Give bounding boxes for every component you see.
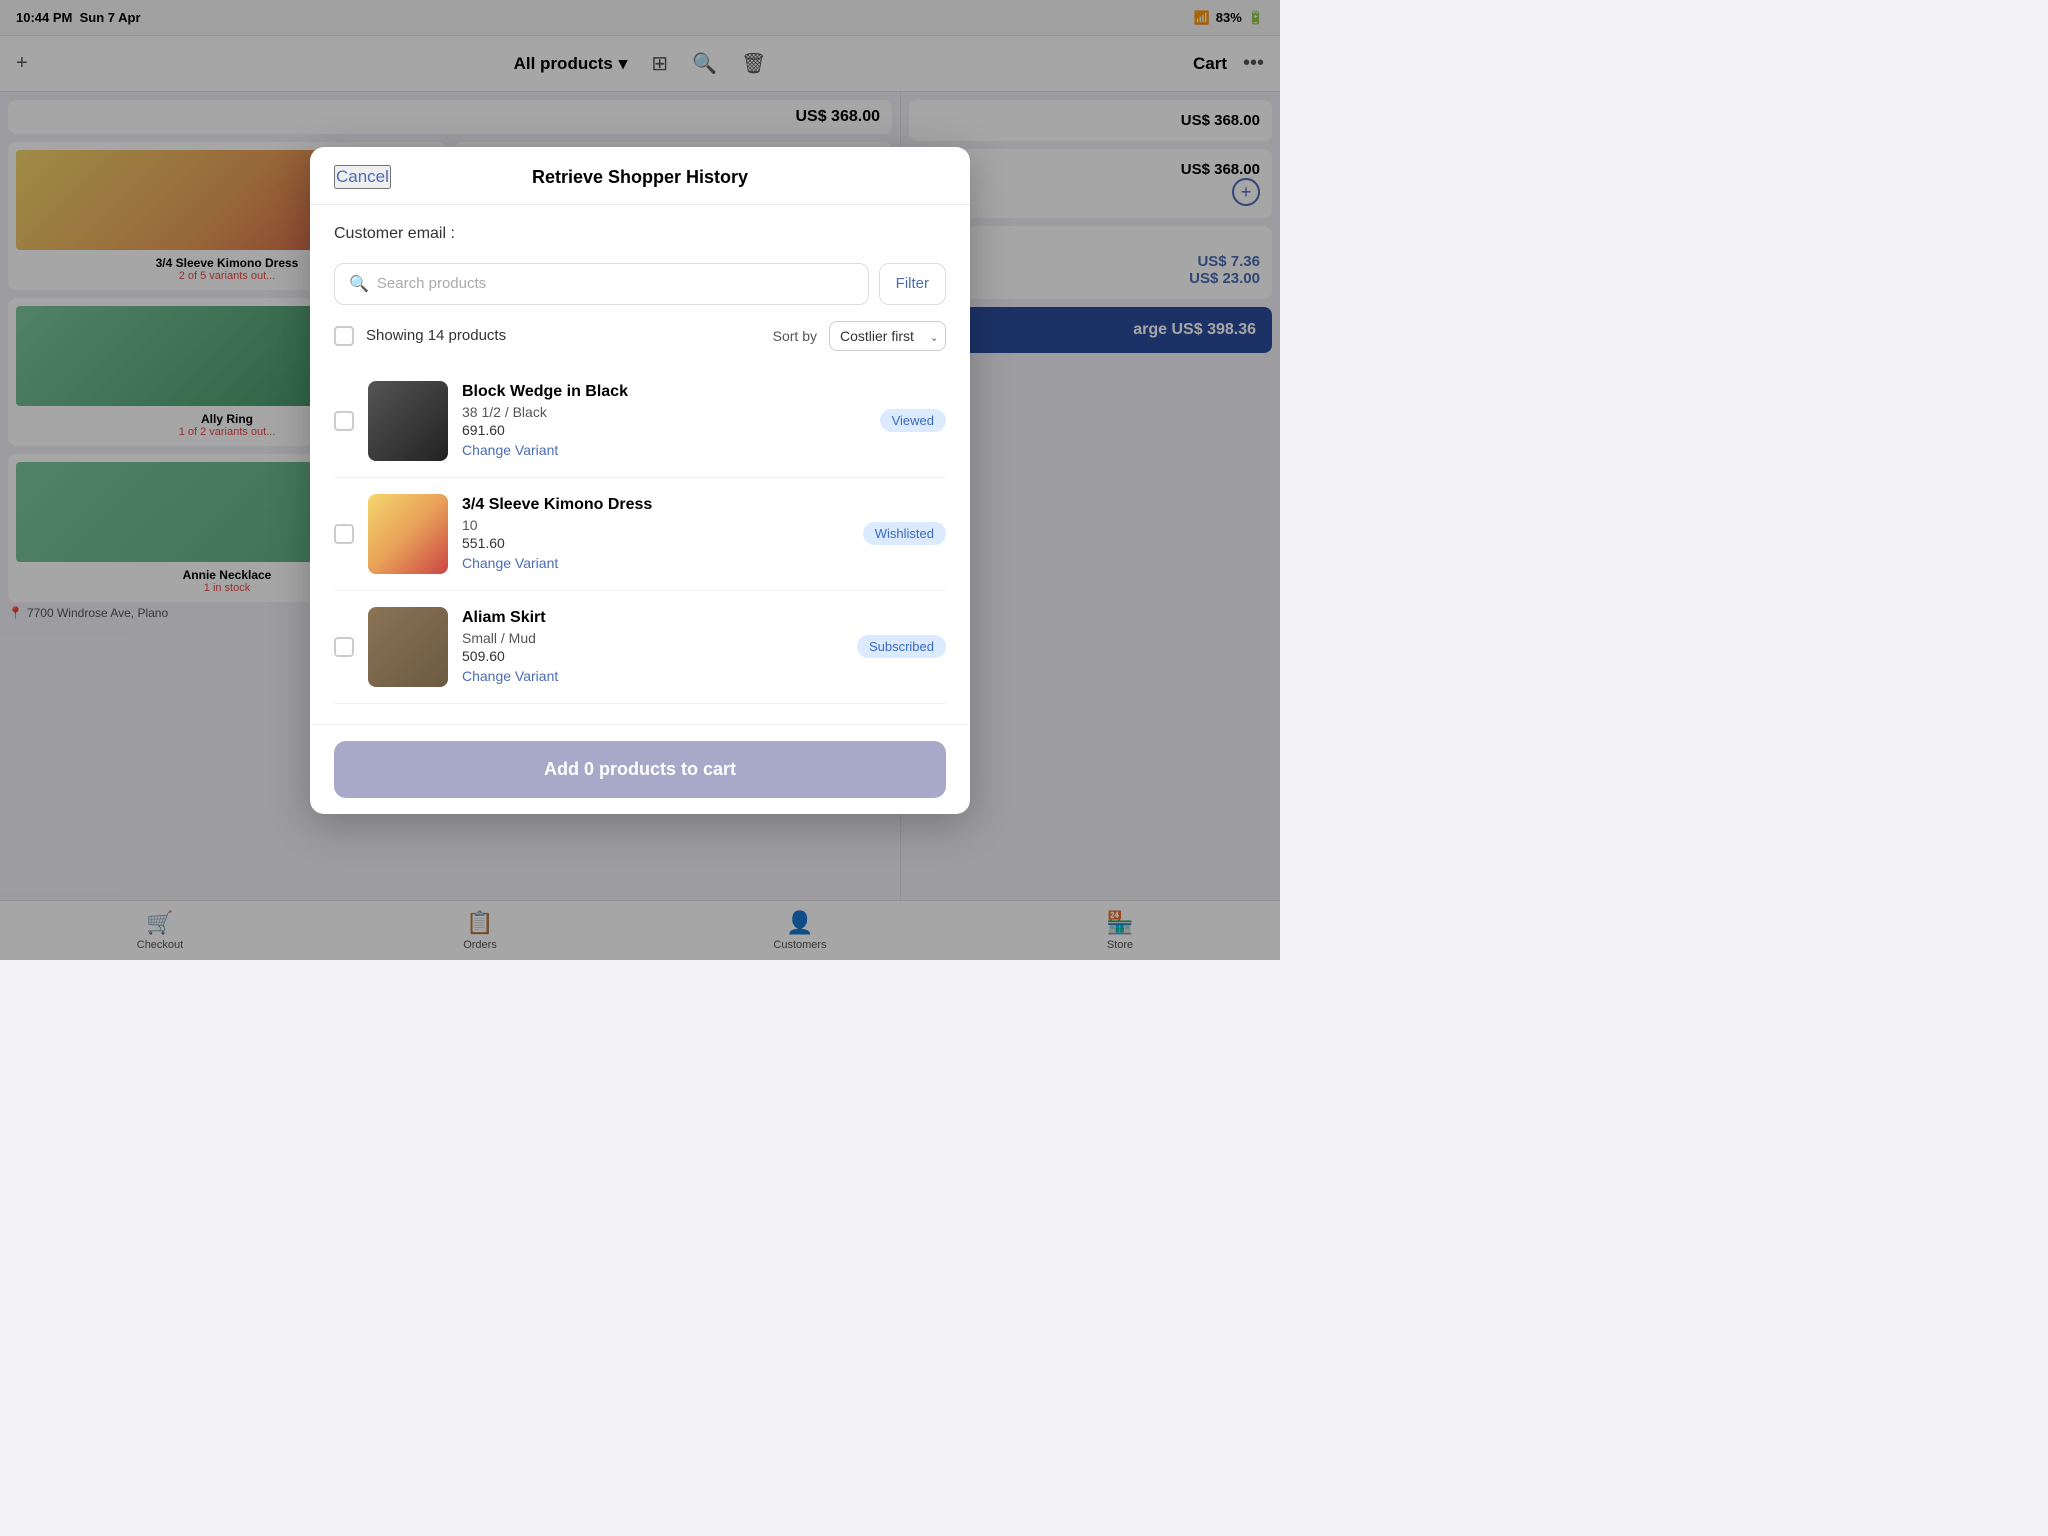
product-badge-subscribed: Subscribed — [857, 635, 946, 658]
product-list-variant: 10 — [462, 517, 849, 533]
product-list-variant: Small / Mud — [462, 630, 843, 646]
product-list-price: 691.60 — [462, 422, 866, 438]
search-box: 🔍 — [334, 263, 869, 305]
products-header: Showing 14 products Sort by Costlier fir… — [334, 321, 946, 351]
modal-header: Cancel Retrieve Shopper History — [310, 147, 970, 205]
sort-select[interactable]: Costlier first Cheaper first A-Z Z-A — [829, 321, 946, 351]
product-list-thumb — [368, 494, 448, 574]
product-list-info: Aliam Skirt Small / Mud 509.60 Change Va… — [462, 609, 843, 684]
filter-button[interactable]: Filter — [879, 263, 946, 305]
product-list-variant: 38 1/2 / Black — [462, 404, 866, 420]
product-list-name: 3/4 Sleeve Kimono Dress — [462, 496, 849, 514]
modal-title: Retrieve Shopper History — [532, 167, 748, 188]
sort-by-label: Sort by — [773, 328, 817, 344]
search-input[interactable] — [377, 275, 854, 292]
product-list-price: 509.60 — [462, 648, 843, 664]
list-item: 3/4 Sleeve Kimono Dress 10 551.60 Change… — [334, 478, 946, 591]
product-list-name: Aliam Skirt — [462, 609, 843, 627]
cancel-button[interactable]: Cancel — [334, 165, 391, 189]
modal-body: Customer email : 🔍 Filter Showing 14 pro… — [310, 205, 970, 724]
product-checkbox[interactable] — [334, 637, 354, 657]
product-list-thumb — [368, 381, 448, 461]
showing-label: Showing 14 products — [366, 327, 761, 344]
product-list-info: 3/4 Sleeve Kimono Dress 10 551.60 Change… — [462, 496, 849, 571]
product-badge-viewed: Viewed — [880, 409, 946, 432]
product-checkbox[interactable] — [334, 524, 354, 544]
select-all-checkbox[interactable] — [334, 326, 354, 346]
search-icon: 🔍 — [349, 274, 369, 294]
add-to-cart-button[interactable]: Add 0 products to cart — [334, 741, 946, 798]
modal-dialog: Cancel Retrieve Shopper History Customer… — [310, 147, 970, 814]
product-checkbox[interactable] — [334, 411, 354, 431]
product-list-thumb — [368, 607, 448, 687]
modal-overlay: Cancel Retrieve Shopper History Customer… — [0, 0, 1280, 960]
change-variant-link[interactable]: Change Variant — [462, 555, 849, 571]
sort-wrapper: Costlier first Cheaper first A-Z Z-A — [829, 321, 946, 351]
product-list-price: 551.60 — [462, 535, 849, 551]
customer-email-label: Customer email : — [334, 225, 946, 243]
product-list-info: Block Wedge in Black 38 1/2 / Black 691.… — [462, 383, 866, 458]
list-item: Block Wedge in Black 38 1/2 / Black 691.… — [334, 365, 946, 478]
search-filter-row: 🔍 Filter — [334, 263, 946, 305]
change-variant-link[interactable]: Change Variant — [462, 668, 843, 684]
list-item: Aliam Skirt Small / Mud 509.60 Change Va… — [334, 591, 946, 704]
change-variant-link[interactable]: Change Variant — [462, 442, 866, 458]
modal-footer: Add 0 products to cart — [310, 724, 970, 814]
product-list: Block Wedge in Black 38 1/2 / Black 691.… — [334, 365, 946, 704]
product-list-name: Block Wedge in Black — [462, 383, 866, 401]
product-badge-wishlisted: Wishlisted — [863, 522, 946, 545]
